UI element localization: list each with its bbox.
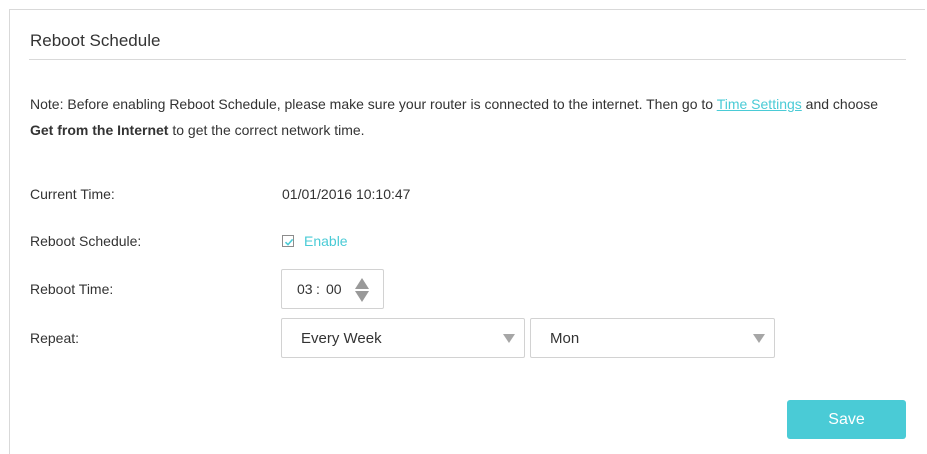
note-prefix: Note: Before enabling Reboot Schedule, p…: [30, 96, 717, 112]
triangle-up-icon[interactable]: [355, 278, 369, 289]
note-text: Note: Before enabling Reboot Schedule, p…: [30, 91, 890, 143]
reboot-schedule-label: Reboot Schedule:: [30, 233, 142, 249]
save-button[interactable]: Save: [787, 400, 906, 439]
reboot-time-hour[interactable]: 03: [297, 281, 313, 297]
caret-down-icon: [753, 334, 765, 343]
check-icon: [284, 238, 294, 246]
reboot-time-separator: :: [316, 281, 320, 297]
repeat-select[interactable]: Every Week: [281, 318, 525, 358]
day-select[interactable]: Mon: [530, 318, 775, 358]
current-time-label: Current Time:: [30, 186, 115, 202]
reboot-time-minute[interactable]: 00: [326, 281, 342, 297]
time-settings-link[interactable]: Time Settings: [717, 96, 802, 112]
time-spinner: [355, 278, 369, 302]
note-suffix: to get the correct network time.: [168, 122, 365, 138]
enable-checkbox-row[interactable]: Enable: [282, 233, 348, 249]
current-time-value: 01/01/2016 10:10:47: [282, 186, 411, 202]
reboot-schedule-panel: Reboot Schedule Note: Before enabling Re…: [9, 9, 925, 454]
caret-down-icon: [503, 334, 515, 343]
enable-checkbox[interactable]: [282, 235, 294, 247]
note-middle: and choose: [801, 96, 879, 112]
title-divider: [29, 59, 906, 60]
section-title: Reboot Schedule: [30, 31, 161, 50]
repeat-label: Repeat:: [30, 330, 80, 346]
note-bold: Get from the Internet: [30, 122, 169, 138]
reboot-time-input[interactable]: 03 : 00: [281, 269, 384, 309]
day-select-value: Mon: [550, 330, 580, 347]
enable-label: Enable: [304, 233, 348, 249]
repeat-select-value: Every Week: [301, 330, 382, 347]
triangle-down-icon[interactable]: [355, 291, 369, 302]
reboot-time-label: Reboot Time:: [30, 281, 114, 297]
